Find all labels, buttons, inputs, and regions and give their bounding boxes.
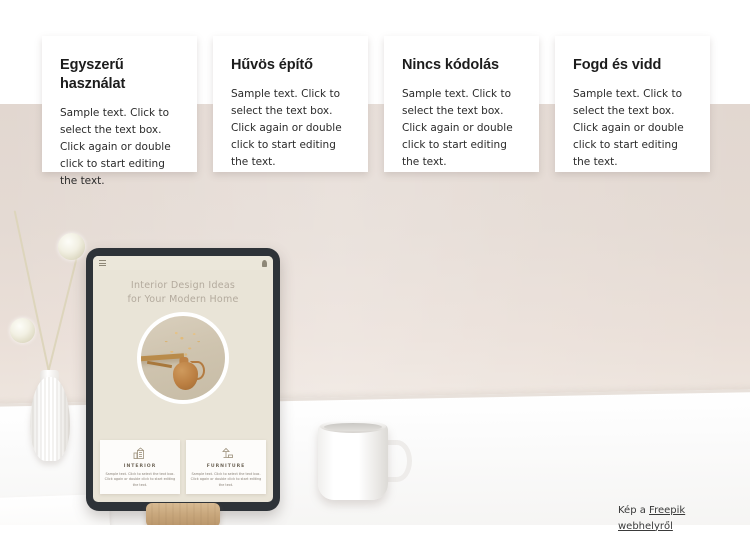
tablet-card-furniture[interactable]: FURNITURE Sample text. Click to select t… — [186, 440, 266, 494]
feature-card[interactable]: Fogd és vidd Sample text. Click to selec… — [555, 36, 710, 172]
feature-card-title: Nincs kódolás — [402, 57, 500, 73]
attribution-prefix: Kép a — [618, 505, 650, 516]
vase-ribbed-texture — [30, 377, 70, 461]
tablet-hero-line-2: for Your Modern Home — [127, 293, 239, 305]
feature-card-text: Sample text. Click to select the text bo… — [60, 107, 171, 188]
tablet-card-label: FURNITURE — [206, 464, 246, 470]
tablet-hero-heading: Interior Design Ideas for Your Modern Ho… — [93, 270, 273, 307]
tablet-screen: Interior Design Ideas for Your Modern Ho… — [93, 256, 273, 502]
tablet-category-cards: INTERIOR Sample text. Click to select th… — [100, 440, 266, 494]
mug-body — [318, 424, 388, 500]
feature-card-text: Sample text. Click to select the text bo… — [573, 88, 684, 169]
interior-house-icon — [104, 446, 176, 461]
tablet-device: Interior Design Ideas for Your Modern Ho… — [86, 248, 280, 511]
tablet-hero-image-frame — [137, 312, 229, 404]
hamburger-menu-icon[interactable] — [99, 260, 106, 266]
image-attribution: Kép a Freepik webhelyről — [618, 503, 728, 534]
flower-stem — [46, 258, 78, 378]
tablet-card-text: Sample text. Click to select the text bo… — [104, 472, 176, 487]
feature-card-title: Hűvös építő — [231, 57, 313, 73]
feature-card[interactable]: Hűvös építő Sample text. Click to select… — [213, 36, 368, 172]
feature-card-text: Sample text. Click to select the text bo… — [231, 88, 342, 169]
feature-card[interactable]: Egyszerű használat Sample text. Click to… — [42, 36, 197, 187]
terracotta-jug — [173, 362, 198, 390]
tablet-hero-line-1: Interior Design Ideas — [130, 280, 236, 291]
flower-bloom — [58, 233, 85, 260]
mug-interior — [324, 423, 382, 431]
flower-bloom — [10, 318, 35, 343]
wooden-tablet-stand — [146, 503, 220, 527]
feature-card-text: Sample text. Click to select the text bo… — [402, 88, 513, 169]
tablet-card-interior[interactable]: INTERIOR Sample text. Click to select th… — [100, 440, 180, 494]
bell-icon[interactable] — [262, 259, 267, 267]
feature-card[interactable]: Nincs kódolás Sample text. Click to sele… — [384, 36, 539, 172]
flower-stem — [13, 210, 51, 378]
vase-with-flowers — [4, 210, 96, 465]
coffee-mug — [318, 420, 412, 502]
tablet-card-label: INTERIOR — [123, 464, 157, 470]
tablet-card-text: Sample text. Click to select the text bo… — [190, 472, 262, 487]
furniture-lamp-icon — [190, 446, 262, 461]
tablet-hero-image — [141, 316, 225, 400]
tablet-topbar — [93, 256, 273, 270]
feature-card-title: Egyszerű használat — [60, 57, 126, 93]
feature-card-title: Fogd és vidd — [573, 57, 662, 73]
